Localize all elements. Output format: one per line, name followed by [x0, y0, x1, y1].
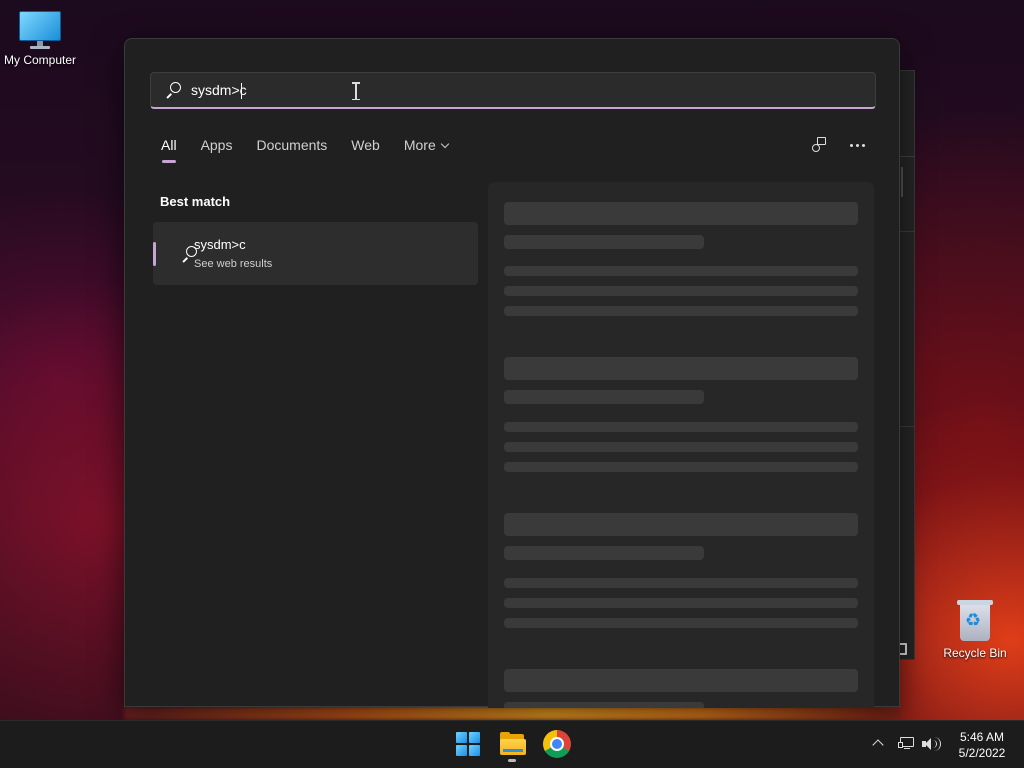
- result-subtitle: See web results: [194, 258, 273, 270]
- skeleton-bar: [504, 422, 858, 432]
- desktop-icon-recycle-bin[interactable]: ♻ Recycle Bin: [935, 598, 1015, 660]
- skeleton-bar: [504, 202, 858, 225]
- selection-indicator: [153, 242, 156, 266]
- tab-more[interactable]: More: [403, 137, 449, 163]
- tab-documents[interactable]: Documents: [256, 137, 327, 163]
- feedback-icon[interactable]: [811, 136, 831, 154]
- file-explorer-icon[interactable]: [499, 730, 527, 758]
- best-match-result[interactable]: sysdm>c See web results: [153, 222, 478, 285]
- skeleton-bar: [504, 266, 858, 276]
- skeleton-bar: [504, 235, 704, 249]
- clock-time: 5:46 AM: [959, 730, 1005, 744]
- tab-more-label: More: [403, 137, 436, 153]
- skeleton-bar: [504, 390, 704, 404]
- skeleton-bar: [504, 702, 704, 708]
- more-options-icon[interactable]: [847, 136, 867, 154]
- tab-all[interactable]: All: [161, 137, 177, 163]
- skeleton-bar: [504, 578, 858, 588]
- network-icon[interactable]: [898, 736, 916, 752]
- skeleton-bar: [504, 598, 858, 608]
- search-icon: [165, 82, 181, 98]
- volume-icon[interactable]: [922, 737, 942, 751]
- chevron-down-icon: [440, 139, 449, 149]
- tab-web[interactable]: Web: [351, 137, 380, 163]
- desktop-glow: [124, 706, 900, 720]
- skeleton-bar: [504, 286, 858, 296]
- result-title: sysdm>c: [194, 237, 246, 252]
- skeleton-bar: [504, 462, 858, 472]
- skeleton-bar: [504, 306, 858, 316]
- text-caret: [241, 83, 242, 99]
- skeleton-bar: [504, 442, 858, 452]
- desktop-icon-label: Recycle Bin: [943, 646, 1007, 660]
- skeleton-bar: [504, 357, 858, 380]
- search-panel: All Apps Documents Web More Best match s…: [124, 38, 900, 708]
- desktop-icon-my-computer[interactable]: My Computer: [0, 11, 80, 67]
- skeleton-bar: [504, 513, 858, 536]
- skeleton-bar: [504, 546, 704, 560]
- ibeam-cursor-icon: [352, 82, 360, 100]
- skeleton-bar: [504, 618, 858, 628]
- system-clock[interactable]: 5:46 AM 5/2/2022: [950, 729, 1014, 761]
- search-input[interactable]: [191, 82, 831, 98]
- search-box[interactable]: [150, 72, 876, 109]
- running-indicator: [508, 759, 516, 762]
- search-filter-tabs: All Apps Documents Web More: [161, 137, 472, 163]
- best-match-heading: Best match: [160, 194, 231, 209]
- clock-date: 5/2/2022: [958, 746, 1006, 760]
- start-button[interactable]: [454, 730, 482, 758]
- desktop-icon-label: My Computer: [3, 53, 77, 67]
- recycle-bin-icon: ♻: [957, 598, 993, 642]
- tab-apps[interactable]: Apps: [201, 137, 233, 163]
- preview-pane-loading: [488, 182, 874, 708]
- monitor-icon: [19, 11, 61, 49]
- chrome-icon[interactable]: [543, 730, 571, 758]
- skeleton-bar: [504, 669, 858, 692]
